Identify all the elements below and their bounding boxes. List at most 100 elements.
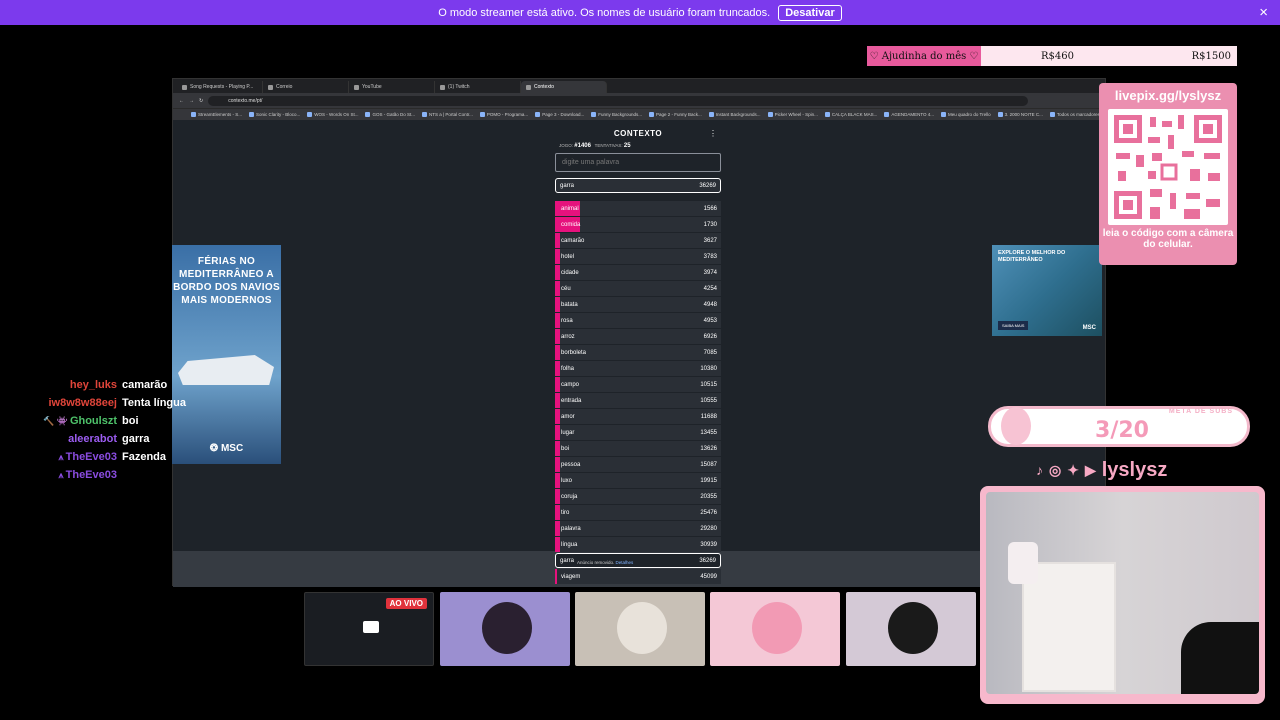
- back-icon[interactable]: ←: [179, 98, 184, 104]
- menu-icon[interactable]: ⋮: [709, 129, 717, 138]
- bookmark-item[interactable]: Picker Wheel - Spin...: [767, 112, 818, 117]
- sub-goal-widget: META DE SUBS 3/20: [988, 406, 1250, 447]
- guess-word: pessoa: [561, 461, 581, 468]
- bookmark-item[interactable]: POMO - Programa...: [479, 112, 529, 117]
- guess-rank: 6926: [703, 333, 717, 340]
- chat-message: 🔨 👾 Ghoulszt boi: [30, 412, 250, 430]
- participant-tile[interactable]: [846, 592, 976, 666]
- tab-4[interactable]: Contexto: [521, 81, 607, 93]
- chair-image: [1181, 622, 1259, 694]
- closeness-bar: [557, 329, 561, 344]
- guess-rank: 4254: [703, 285, 717, 292]
- bookmark-label: NTS a | Portal Contr...: [428, 112, 473, 117]
- chat-message: ⩚ TheEve03 Fazenda: [30, 448, 250, 466]
- closeness-bar: [557, 281, 561, 296]
- tab-2[interactable]: YouTube: [349, 81, 435, 93]
- guess-word: rosa: [561, 317, 573, 324]
- bookmark-icon: [307, 112, 313, 117]
- disable-streamer-mode-button[interactable]: Desativar: [778, 4, 842, 21]
- bookmark-icon: [708, 112, 714, 117]
- game-info: JOGO: #1406 TENTATIVAS: 25: [559, 143, 721, 149]
- bookmark-icon: [591, 112, 597, 117]
- closeness-bar: [557, 265, 561, 280]
- bookmark-label: AGENDAMENTO 4...: [891, 112, 935, 117]
- tab-0[interactable]: Song Requests - Playing P...: [177, 81, 263, 93]
- bookmark-label: Sonic Clarity - Bloco...: [256, 112, 301, 117]
- closeness-bar: [557, 521, 561, 536]
- guess-rank: 3974: [703, 269, 717, 276]
- bookmark-label: Meu quadro do Trello: [948, 112, 991, 117]
- bookmark-icon: [884, 112, 890, 117]
- bookmark-item[interactable]: StreamElements - S...: [191, 112, 242, 117]
- bookmark-label: StreamElements - S...: [198, 112, 243, 117]
- bookmark-label: Page 3 - Download...: [542, 112, 585, 117]
- game-label: JOGO:: [559, 143, 574, 148]
- bookmark-item[interactable]: GOS - Gatão Do St...: [365, 112, 415, 117]
- chat-text: boi: [122, 415, 139, 427]
- bookmark-item[interactable]: NTS a | Portal Contr...: [421, 112, 473, 117]
- cruise-ad-right[interactable]: EXPLORE O MELHOR DO MEDITERRÂNEO SAIBA M…: [992, 245, 1102, 336]
- guess-row: folha 10380: [555, 361, 721, 376]
- guess-word: coruja: [561, 493, 578, 500]
- guess-word: borboleta: [561, 349, 587, 356]
- bookmark-item[interactable]: Instant Backgrounds...: [708, 112, 761, 117]
- tab-1[interactable]: Correio: [263, 81, 349, 93]
- contexto-page: CONTEXTO ⋮ JOGO: #1406 TENTATIVAS: 25 di…: [173, 120, 1105, 587]
- livepix-qr-card: livepix.gg/lyslysz leia o código com a c…: [1099, 83, 1237, 265]
- closeness-bar: [557, 505, 561, 520]
- guess-row: lugar 13455: [555, 425, 721, 440]
- bookmark-item[interactable]: Page 2 - Funny Back...: [649, 112, 702, 117]
- closeness-bar: [557, 393, 561, 408]
- bookmark-item[interactable]: Todos os marcadores: [1049, 112, 1100, 117]
- guess-rank: 10380: [700, 365, 717, 372]
- url-field[interactable]: contexto.me/pt/: [208, 95, 1029, 106]
- bookmark-item[interactable]: CALÇA BLACK MAS...: [824, 112, 877, 117]
- ad-details-link[interactable]: Detalhes: [616, 560, 634, 565]
- bookmark-item[interactable]: WOS - Words On St...: [307, 112, 358, 117]
- guess-row: borboleta 7085: [555, 345, 721, 360]
- bookmark-item[interactable]: Funny Backgrounds...: [591, 112, 642, 117]
- donation-goal: R$1500: [1191, 50, 1231, 62]
- social-handles: ♪ ◎ ✦ ▶ lyslysz: [1036, 457, 1167, 483]
- guess-list: animal 1566 comida 1730 camarão 3627 hotel 3783…: [555, 201, 721, 552]
- closeness-bar: [557, 313, 561, 328]
- bookmark-label: POMO - Programa...: [486, 112, 529, 117]
- webcam-feed: [986, 492, 1259, 694]
- bookmark-item[interactable]: Page 3 - Download...: [535, 112, 584, 117]
- stream-preview-tile[interactable]: AO VIVO: [304, 592, 434, 666]
- tab-label: Song Requests - Playing P...: [190, 84, 254, 90]
- game-title: CONTEXTO: [613, 129, 663, 138]
- forward-icon[interactable]: →: [189, 98, 194, 104]
- guess-rank: 4948: [703, 301, 717, 308]
- bookmark-icon: [365, 112, 371, 117]
- avatar: [482, 602, 532, 654]
- bookmark-icon: [421, 112, 427, 117]
- participant-tile[interactable]: [710, 592, 840, 666]
- ad-right-cta[interactable]: SAIBA MAIS: [998, 321, 1029, 330]
- pinned-guess-word: garra: [560, 557, 575, 564]
- participant-tile[interactable]: [575, 592, 705, 666]
- word-input[interactable]: digite uma palavra: [555, 153, 721, 172]
- bookmark-label: WOS - Words On St...: [314, 112, 359, 117]
- best-guess-word: garra: [560, 182, 575, 189]
- chat-username-cell: ⩚ TheEve03: [30, 451, 122, 463]
- bookmark-item[interactable]: Meu quadro do Trello: [941, 112, 991, 117]
- guess-row: batata 4948: [555, 297, 721, 312]
- closeness-bar: [557, 345, 561, 360]
- bookmark-item[interactable]: AGENDAMENTO 4...: [884, 112, 934, 117]
- chat-username-cell: ⩚ TheEve03: [30, 469, 122, 481]
- guess-rank: 25476: [700, 509, 717, 516]
- chat-username-cell: iw8w8w88eej: [30, 397, 122, 409]
- chat-message: ⩚ TheEve03: [30, 466, 250, 484]
- chat-overlay: hey_luks camarão iw8w8w88eej Tenta língua 🔨 …: [30, 376, 250, 484]
- reload-icon[interactable]: ↻: [199, 98, 203, 104]
- close-icon[interactable]: ×: [1259, 4, 1268, 21]
- participant-tile[interactable]: [440, 592, 570, 666]
- social-handle: lyslysz: [1101, 458, 1168, 481]
- closeness-bar: [557, 537, 561, 552]
- bookmark-item[interactable]: Sonic Clarity - Bloco...: [249, 112, 300, 117]
- avatar: [752, 602, 802, 654]
- ad-left-text: FÉRIAS NO MEDITERRÂNEO A BORDO DOS NAVIO…: [173, 256, 280, 306]
- tab-3[interactable]: (1) Twitch: [435, 81, 521, 93]
- bookmark-item[interactable]: 3. 2000 NOITE C...: [997, 112, 1043, 117]
